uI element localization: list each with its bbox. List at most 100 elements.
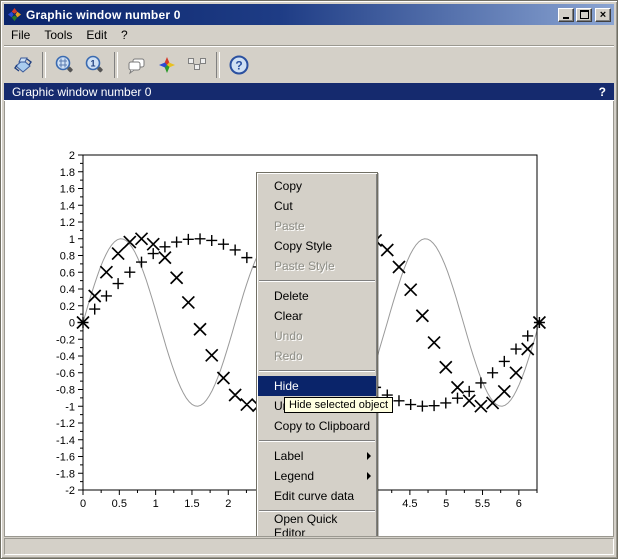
y-tick-label: 1.4 bbox=[60, 200, 75, 212]
y-tick-label: -2 bbox=[65, 485, 75, 497]
y-tick-label: 1.8 bbox=[60, 167, 75, 179]
context-menu-item-label: Paste Style bbox=[274, 259, 335, 273]
y-tick-label: 1.6 bbox=[60, 184, 75, 196]
context-menu-item-paste[interactable]: Paste bbox=[257, 216, 377, 236]
app-window: Graphic window number 0 × FileToolsEdit? bbox=[0, 0, 618, 559]
close-icon: × bbox=[600, 10, 606, 20]
context-menu-item-hide[interactable]: Hide bbox=[258, 376, 376, 396]
datatips-icon[interactable] bbox=[182, 51, 212, 79]
zoom-one-glyph: 1 bbox=[90, 58, 95, 68]
x-tick-label: 5.5 bbox=[475, 498, 490, 510]
menu-separator bbox=[259, 370, 375, 372]
y-tick-label: 0.6 bbox=[60, 267, 75, 279]
context-menu-item-cut[interactable]: Cut bbox=[257, 196, 377, 216]
y-tick-label: -1.8 bbox=[56, 468, 75, 480]
minimize-icon bbox=[563, 17, 569, 19]
toolbar-separator bbox=[42, 52, 46, 78]
y-tick-label: 0.2 bbox=[60, 301, 75, 313]
context-menu-item-label: Undo bbox=[274, 329, 303, 343]
title-bar[interactable]: Graphic window number 0 × bbox=[4, 4, 614, 25]
context-menu-item-delete[interactable]: Delete bbox=[257, 286, 377, 306]
y-tick-label: -0.6 bbox=[56, 368, 75, 380]
menu-separator bbox=[259, 440, 375, 442]
tooltip: Hide selected object bbox=[284, 397, 393, 413]
context-menu-item-label: Paste bbox=[274, 219, 305, 233]
context-menu-item-paste-style[interactable]: Paste Style bbox=[257, 256, 377, 276]
y-tick-label: 0.8 bbox=[60, 251, 75, 263]
menu-bar: FileToolsEdit? bbox=[4, 25, 614, 45]
context-menu-item-clear[interactable]: Clear bbox=[257, 306, 377, 326]
context-menu-item-label: Hide bbox=[274, 379, 299, 393]
window-title: Graphic window number 0 bbox=[26, 8, 558, 22]
info-bar: Graphic window number 0 ? bbox=[4, 83, 614, 101]
menu-tools[interactable]: Tools bbox=[37, 26, 79, 44]
x-tick-label: 6 bbox=[516, 498, 522, 510]
plot-canvas[interactable]: 00.511.522.533.544.555.5621.81.61.41.210… bbox=[4, 101, 614, 537]
maximize-icon bbox=[580, 10, 589, 19]
x-tick-label: 0.5 bbox=[112, 498, 127, 510]
help-icon[interactable]: ? bbox=[224, 51, 254, 79]
y-tick-label: 2 bbox=[69, 150, 75, 162]
x-tick-label: 5 bbox=[443, 498, 449, 510]
submenu-arrow-icon bbox=[367, 472, 371, 480]
context-menu-item-label: Cut bbox=[274, 199, 293, 213]
zoom-area-icon[interactable] bbox=[50, 51, 80, 79]
menu-file[interactable]: File bbox=[4, 26, 37, 44]
status-bar bbox=[4, 538, 614, 555]
y-tick-label: -1.4 bbox=[56, 435, 75, 447]
context-menu-item-label: Redo bbox=[274, 349, 303, 363]
context-menu-item-label: Legend bbox=[274, 469, 314, 483]
toolbar-separator bbox=[114, 52, 118, 78]
console-bubbles-icon[interactable] bbox=[122, 51, 152, 79]
x-tick-label: 2 bbox=[225, 498, 231, 510]
menu-edit[interactable]: Edit bbox=[79, 26, 114, 44]
context-menu-item-undo[interactable]: Undo bbox=[257, 326, 377, 346]
context-menu-item-label: Open Quick Editor bbox=[274, 512, 371, 537]
context-menu-item-edit-curve-data[interactable]: Edit curve data bbox=[257, 486, 377, 506]
x-tick-label: 1.5 bbox=[184, 498, 199, 510]
context-menu-item-label: Delete bbox=[274, 289, 309, 303]
y-tick-label: -1.2 bbox=[56, 418, 75, 430]
context-menu-item-label: Label bbox=[274, 449, 303, 463]
info-bar-text: Graphic window number 0 bbox=[12, 85, 599, 99]
x-tick-label: 0 bbox=[80, 498, 86, 510]
menu-separator bbox=[259, 280, 375, 282]
maximize-button[interactable] bbox=[576, 8, 592, 22]
context-menu-item-redo[interactable]: Redo bbox=[257, 346, 377, 366]
context-menu-item-label: Clear bbox=[274, 309, 303, 323]
context-menu: Copy Cut Paste Copy Style Paste Style Delete C… bbox=[256, 172, 378, 537]
context-menu-item-label: Copy bbox=[274, 179, 302, 193]
y-tick-label: -0.2 bbox=[56, 334, 75, 346]
context-menu-item-legend[interactable]: Legend bbox=[257, 466, 377, 486]
menu-[interactable]: ? bbox=[114, 26, 135, 44]
context-menu-item-open-quick-editor[interactable]: Open Quick Editor bbox=[257, 516, 377, 536]
y-tick-label: -0.8 bbox=[56, 385, 75, 397]
info-help-icon[interactable]: ? bbox=[599, 85, 606, 99]
context-menu-item-label: Copy Style bbox=[274, 239, 332, 253]
toolbar: 1 bbox=[4, 45, 614, 83]
graphic-editor-icon[interactable] bbox=[152, 51, 182, 79]
y-tick-label: 1.2 bbox=[60, 217, 75, 229]
context-menu-item-copy-style[interactable]: Copy Style bbox=[257, 236, 377, 256]
y-tick-label: 0.4 bbox=[60, 284, 75, 296]
context-menu-item-label: Edit curve data bbox=[274, 489, 354, 503]
x-tick-label: 4.5 bbox=[402, 498, 417, 510]
help-glyph: ? bbox=[235, 58, 242, 72]
minimize-button[interactable] bbox=[558, 8, 574, 22]
context-menu-item-copy-to-clipboard[interactable]: Copy to Clipboard bbox=[257, 416, 377, 436]
context-menu-item-copy[interactable]: Copy bbox=[257, 176, 377, 196]
rotate-3d-icon[interactable] bbox=[8, 51, 38, 79]
y-tick-label: -0.4 bbox=[56, 351, 75, 363]
context-menu-item-label: Copy to Clipboard bbox=[274, 419, 370, 433]
y-tick-label: 0 bbox=[69, 318, 75, 330]
zoom-original-icon[interactable]: 1 bbox=[80, 51, 110, 79]
context-menu-item-label[interactable]: Label bbox=[257, 446, 377, 466]
close-button[interactable]: × bbox=[595, 8, 611, 22]
scilab-app-icon bbox=[7, 7, 22, 22]
submenu-arrow-icon bbox=[367, 452, 371, 460]
y-tick-label: -1.6 bbox=[56, 452, 75, 464]
toolbar-separator bbox=[216, 52, 220, 78]
y-tick-label: 1 bbox=[69, 234, 75, 246]
y-tick-label: -1 bbox=[65, 401, 75, 413]
x-tick-label: 1 bbox=[153, 498, 159, 510]
